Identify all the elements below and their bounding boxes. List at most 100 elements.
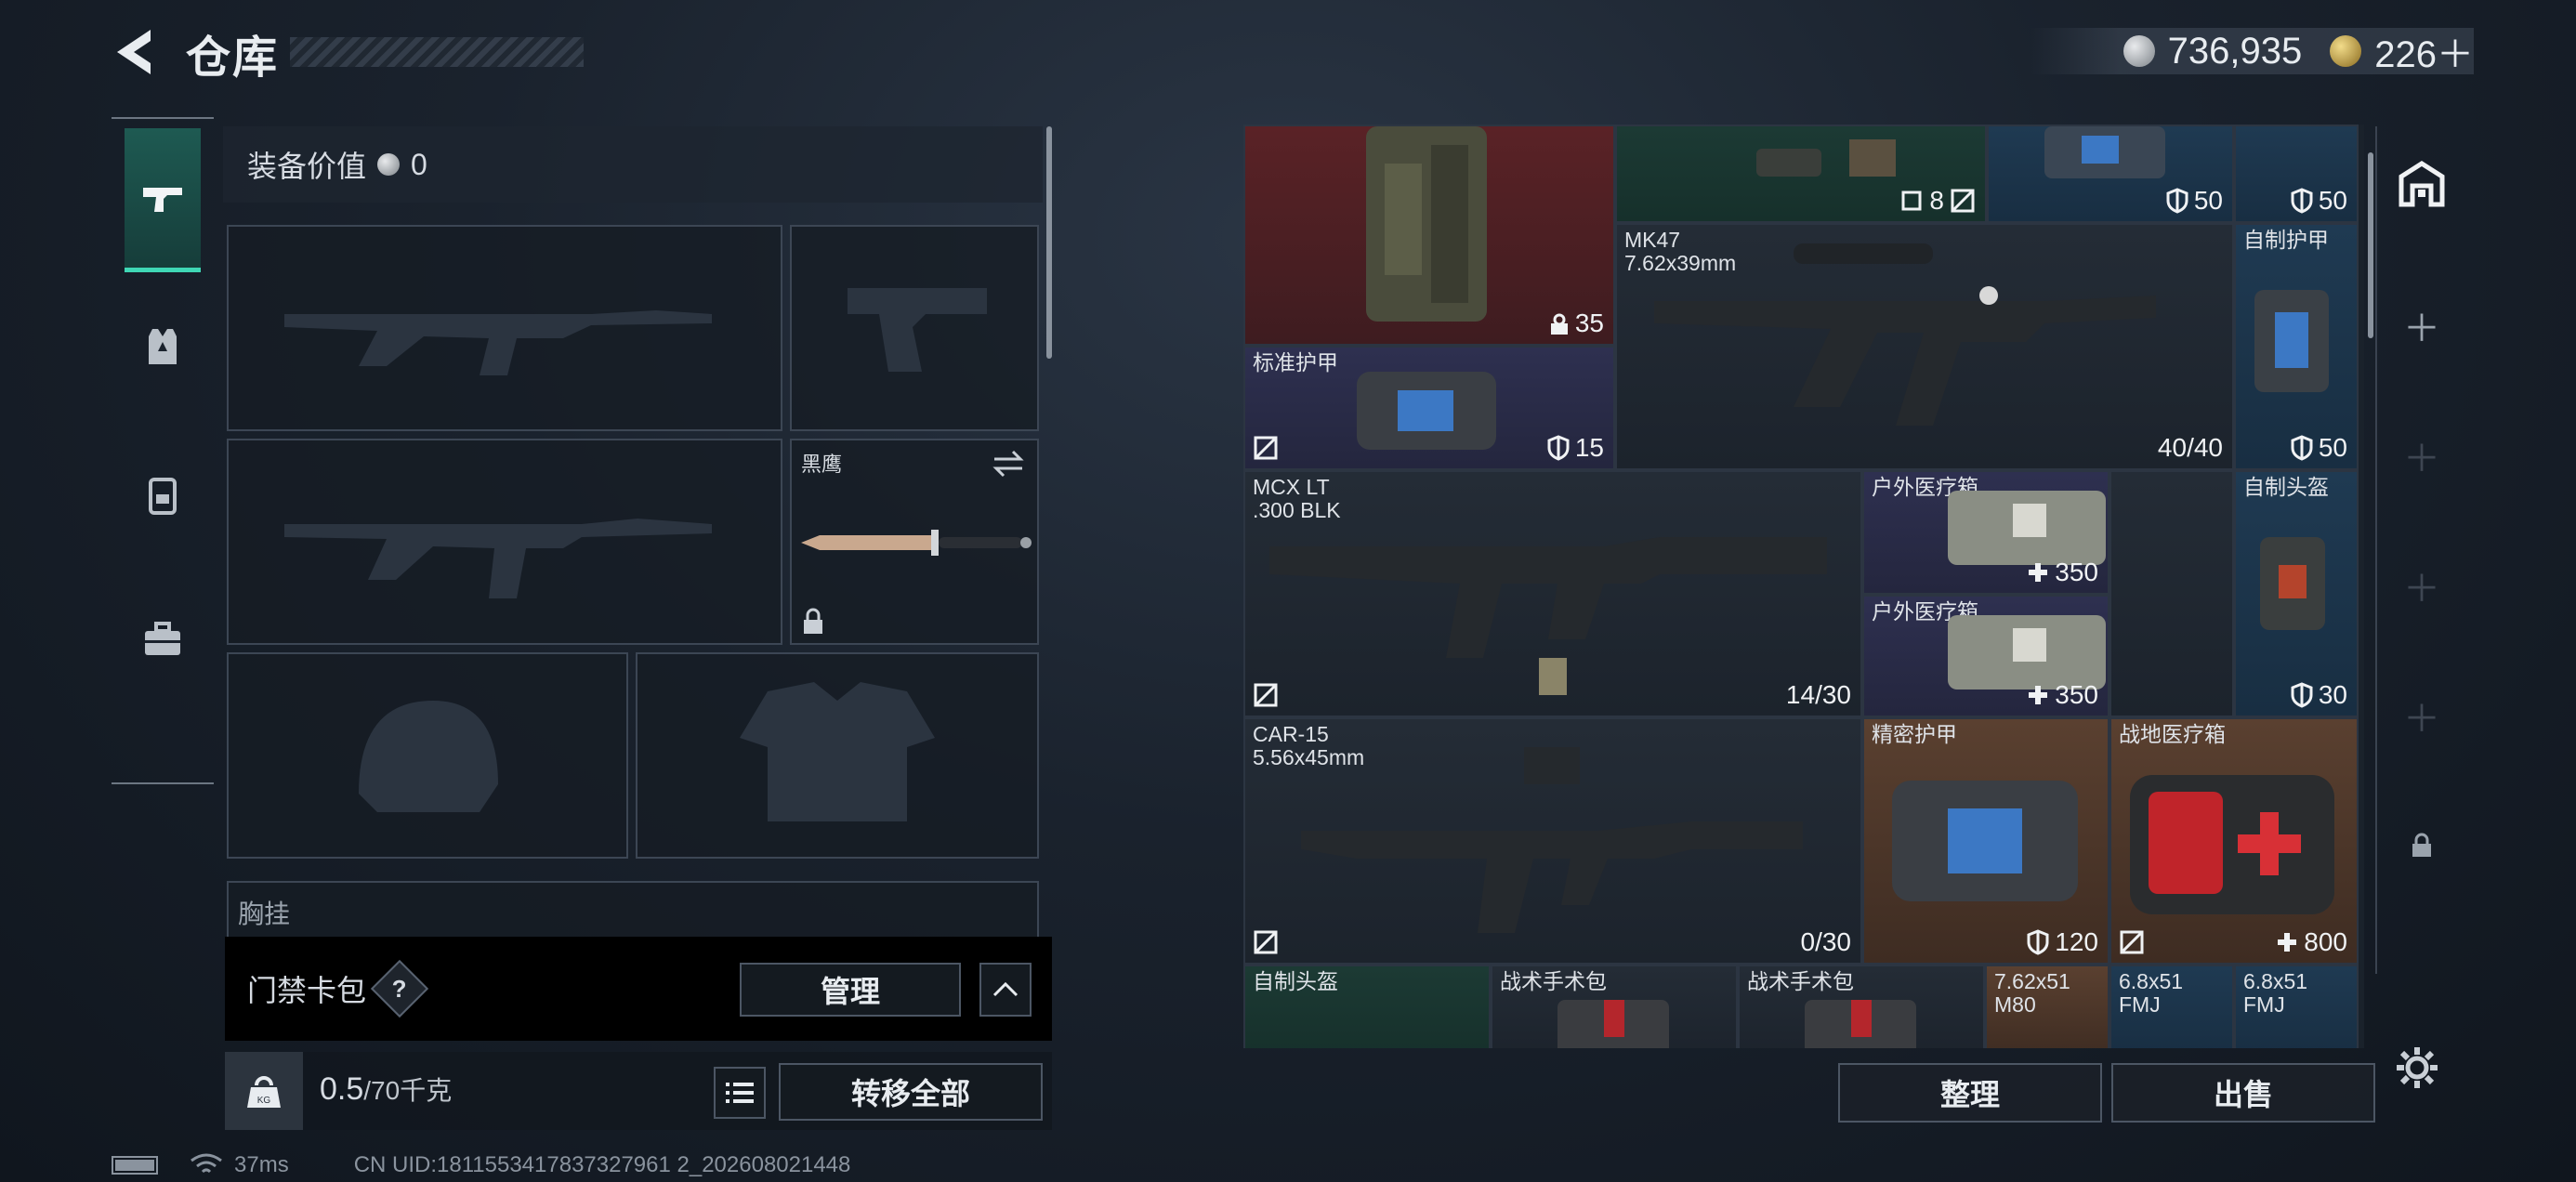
list-view-button[interactable] [714,1067,766,1119]
loadout-scrollbar[interactable] [1046,126,1052,359]
tab-backpack[interactable] [125,426,201,565]
grid-item-mcx[interactable]: MCX LT .300 BLK 14/30 [1243,470,1862,717]
grid-item-field-medkit[interactable]: 战地医疗箱 800 [2109,717,2359,965]
grid-item-car15[interactable]: CAR-15 5.56x45mm 0/30 [1243,717,1862,965]
wifi-icon [191,1153,222,1174]
storage-home-tab[interactable] [2396,158,2448,210]
item-value: 350 [2027,680,2098,710]
rifle-silhouette-icon [284,310,712,375]
add-page-button-disabled[interactable]: ＋ [2396,690,2448,742]
shield-icon [2291,435,2313,461]
no-insure-icon [1951,189,1975,213]
keycard-pack-label: 门禁卡包 [247,974,367,1007]
item-value: 50 [2291,186,2347,216]
battery-icon [112,1156,158,1175]
grid-item-mk47[interactable]: MK47 7.62x39mm 40/40 [1615,223,2234,470]
sort-button[interactable]: 整理 [1838,1063,2102,1123]
grid-item-vest[interactable]: 35 [1243,125,1615,346]
svg-text:KG: KG [257,1096,271,1106]
grid-item-homemade-armor[interactable]: 自制护甲 50 [2234,223,2359,470]
item-value: 120 [2027,927,2098,957]
plus-heal-icon [2029,686,2048,704]
item-ammo: 14/30 [1785,680,1851,709]
medkit-icon [1948,491,2106,565]
surgery-kit-icon [1805,1000,1916,1048]
weight-bar: KG 0.5/70千克 转移全部 [225,1052,1052,1130]
grid-item-ammo-68-a[interactable]: 6.8x51 FMJ [2109,965,2234,1048]
storage-scrollbar[interactable] [2368,152,2373,338]
grid-item-homemade-helmet[interactable]: 自制头盔 30 [2234,470,2359,717]
ping-text: 37ms [234,1152,289,1177]
scope-attachment-icon [1756,139,1896,177]
add-page-button-disabled[interactable]: ＋ [2396,559,2448,611]
first-aid-kit-icon [2130,775,2334,914]
grid-item-outdoor-medkit-1[interactable]: 户外医疗箱 350 [1862,470,2109,595]
grid-item-scope[interactable]: 8 [1615,125,1987,223]
pistol-icon [143,188,182,212]
back-arrow-icon[interactable] [110,26,162,78]
knife-icon [801,530,1032,556]
add-page-button[interactable]: ＋ [2396,299,2448,351]
manage-button[interactable]: 管理 [740,963,961,1017]
grid-item-helmet-b[interactable]: 自制头盔 [1243,965,1491,1048]
secondary-weapon-slot[interactable] [790,225,1039,431]
melee-slot[interactable]: 黑鹰 [790,439,1039,645]
list-icon [726,1083,754,1103]
shield-icon [2291,188,2313,214]
weight-value: 0.5 [320,1071,364,1107]
kettlebell-icon: KG [247,1076,281,1108]
chest-rig-slot[interactable]: 胸挂 [227,881,1039,937]
add-page-button-disabled[interactable]: ＋ [2396,429,2448,481]
silver-amount: 736,935 [2167,30,2303,72]
primary-weapon-slot[interactable] [227,225,782,431]
grid-item-tactical-kit-1[interactable]: 战术手术包 [1491,965,1738,1048]
help-icon[interactable]: ? [370,959,429,1018]
item-name: 6.8x51 FMJ [2243,969,2308,1017]
grid-item-tactical-kit-2[interactable]: 战术手术包 [1738,965,1985,1048]
tactical-vest-icon [1366,126,1487,322]
title-stripe-decoration [290,37,584,67]
currency-bar: 736,935 226＋ [2030,28,2474,75]
grid-item-precision-armor[interactable]: 精密护甲 120 [1862,717,2109,965]
grid-item-armor-a[interactable]: 50 [1987,125,2234,223]
collapse-button[interactable] [979,963,1032,1017]
armor-plate-icon [2044,126,2165,178]
grid-item-armor-b[interactable]: 50 [2234,125,2359,223]
weight-icon [1550,313,1568,335]
equipment-value: 0 [411,147,427,181]
weight-capacity: /70千克 [363,1076,453,1105]
locked-page[interactable] [2396,820,2448,872]
no-insure-icon [1254,930,1278,954]
silver-coin-icon [2123,35,2155,67]
status-footer: 37ms CN UID:1811553417837327961 2_202608… [112,1152,850,1178]
item-name: 战术手术包 [1500,969,1607,993]
grid-item-ammo-68-b[interactable]: 6.8x51 FMJ [2234,965,2359,1048]
armor-slot[interactable] [636,652,1039,859]
storage-grid: 35 8 50 50 MK47 7.62x39mm 40/40 自制护甲 50 … [1243,125,2364,1048]
equipment-value-bar: 装备价值 0 [223,126,1043,203]
backpack-icon [149,478,177,515]
item-ammo: 0/30 [1800,927,1852,956]
gold-amount[interactable]: 226＋ [2374,24,2474,78]
helmet-slot[interactable] [227,652,628,859]
item-name: 7.62x51 M80 [1994,969,2070,1017]
swap-icon[interactable] [991,450,1026,478]
tab-supplies[interactable] [125,584,201,695]
grid-filler [2109,470,2234,717]
settings-gear-icon[interactable] [2394,1044,2440,1091]
grid-item-outdoor-medkit-2[interactable]: 户外医疗箱 350 [1862,595,2109,717]
item-name: 战术手术包 [1747,969,1854,993]
sell-button[interactable]: 出售 [2111,1063,2375,1123]
surgery-kit-icon [1557,1000,1669,1048]
tab-weapons[interactable] [125,128,201,272]
secondary-rifle-slot[interactable] [227,439,782,645]
grid-item-standard-armor[interactable]: 标准护甲 15 [1243,346,1615,470]
vest-silhouette-icon [740,682,935,821]
item-value: 30 [2291,680,2347,710]
transfer-all-button[interactable]: 转移全部 [779,1063,1043,1121]
item-value: 50 [2166,186,2223,216]
no-insure-icon [1254,436,1278,460]
grid-item-ammo-762[interactable]: 7.62x51 M80 [1985,965,2109,1048]
tab-armor[interactable] [125,277,201,416]
item-value: 8 [1899,186,1976,216]
